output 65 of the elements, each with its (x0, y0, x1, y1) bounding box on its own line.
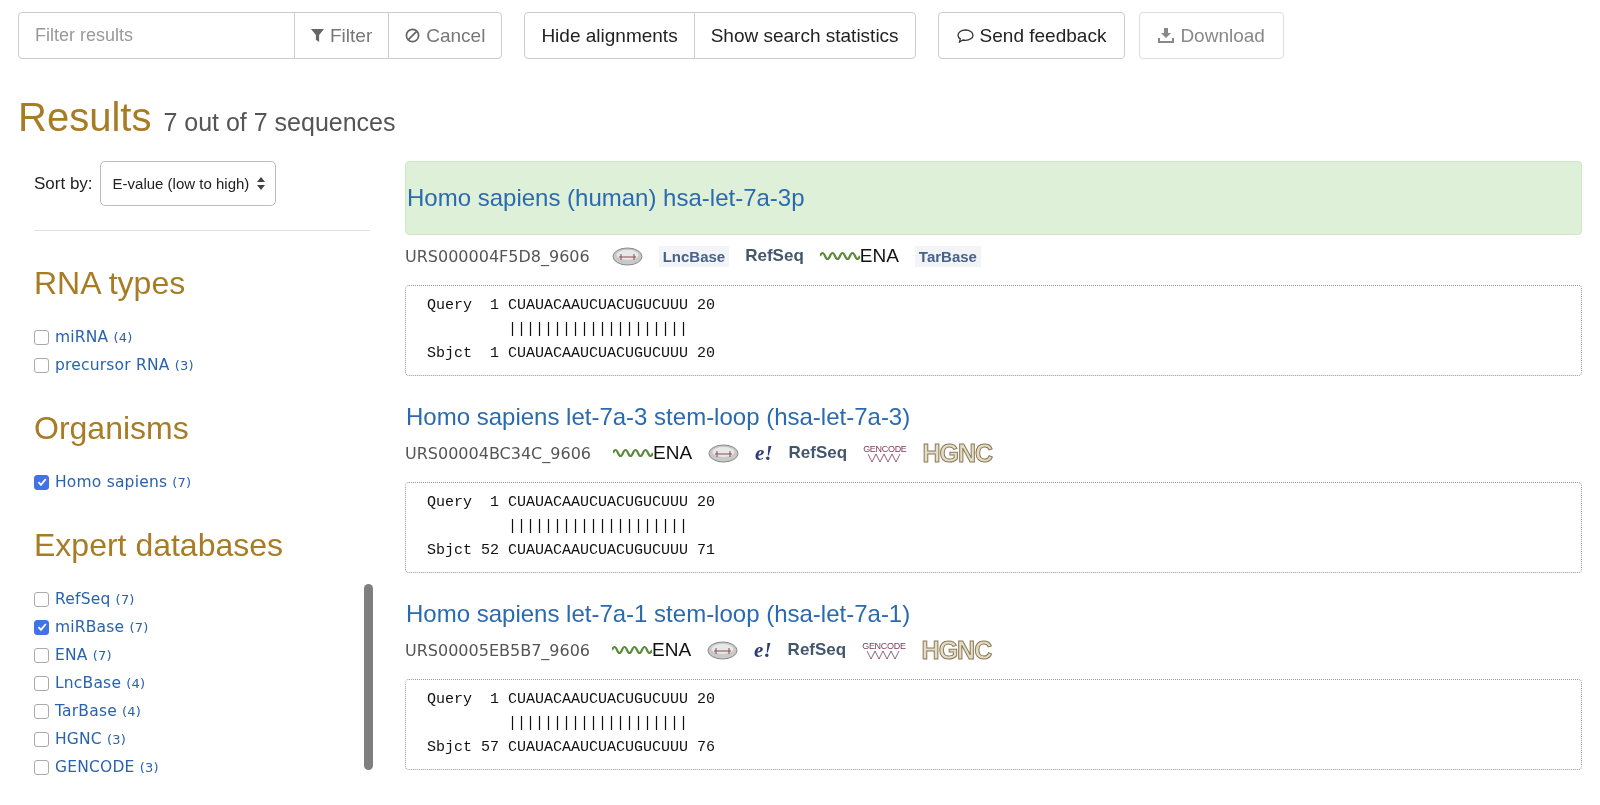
speech-bubble-icon (956, 28, 974, 43)
helix-icon (867, 454, 902, 462)
checkbox[interactable] (34, 329, 49, 345)
feedback-button[interactable]: Send feedback (937, 12, 1126, 59)
sequence-id: URS00005EB5B7_9606 (405, 640, 591, 660)
checkbox[interactable] (34, 591, 49, 607)
facet-heading: Expert databases (34, 527, 285, 564)
database-logo[interactable]: GENCODE (863, 444, 907, 462)
facet-option[interactable]: TarBase (4) (34, 700, 142, 722)
wave-icon (612, 644, 653, 656)
result-title-link[interactable]: Homo sapiens let-7a-1 stem-loop (hsa-let-7a-1) (406, 594, 911, 628)
facet-option[interactable]: miRBase (7) (34, 616, 149, 638)
cancel-button[interactable]: Cancel (388, 12, 503, 59)
helix-icon (866, 651, 901, 659)
facet-heading: Organisms (34, 410, 190, 447)
checkbox[interactable] (34, 357, 49, 373)
oval-logo-icon[interactable] (708, 443, 740, 463)
database-logo[interactable]: RefSeq (787, 640, 847, 660)
sequence-id: URS00004BC34C_9606 (405, 443, 591, 463)
database-logo[interactable]: e! (754, 637, 772, 663)
facet-option[interactable]: ENA (7) (34, 644, 112, 666)
checkbox[interactable] (34, 731, 49, 747)
cancel-icon (405, 28, 421, 43)
sort-dropdown[interactable]: E-value (low to high) (99, 161, 277, 206)
database-logo[interactable]: GENCODE (862, 641, 906, 659)
database-logo[interactable]: RefSeq (788, 443, 848, 463)
checkbox[interactable] (34, 703, 49, 719)
oval-logo-icon[interactable] (611, 246, 643, 266)
results-heading: Results (18, 95, 152, 140)
database-logo[interactable]: ENA (819, 245, 899, 267)
facet-option[interactable]: precursor RNA (3) (34, 354, 194, 376)
checkbox[interactable] (34, 619, 49, 635)
wave-icon (819, 250, 860, 262)
checkbox[interactable] (34, 474, 49, 490)
wave-icon (613, 447, 653, 459)
result-title-link[interactable]: Homo sapiens let-7a-3 stem-loop (hsa-let-7a-3) (406, 397, 911, 431)
oval-logo-icon[interactable] (707, 640, 739, 660)
sequence-id: URS000004F5D8_9606 (405, 246, 590, 266)
sort-arrows-icon (257, 177, 266, 190)
database-logo[interactable]: RefSeq (745, 246, 804, 266)
facet-option[interactable]: HGNC (3) (34, 728, 127, 750)
checkbox[interactable] (34, 759, 49, 775)
filter-field[interactable]: Filter results (18, 12, 295, 59)
facet-option[interactable]: miRNA (4) (34, 326, 133, 348)
sort-label: Sort by: (34, 173, 93, 194)
toggle-button[interactable]: Hide alignments (524, 12, 695, 59)
facet-heading: RNA types (34, 265, 187, 302)
facet-option[interactable]: LncBase (4) (34, 672, 146, 694)
filter-button[interactable]: Filter (294, 12, 390, 59)
database-logo[interactable]: e! (755, 440, 773, 466)
scrollbar-thumb[interactable] (364, 584, 373, 770)
facet-option[interactable]: Homo sapiens (7) (34, 471, 192, 493)
results-count: 7 out of 7 sequences (163, 108, 396, 137)
download-icon (1158, 28, 1175, 43)
facet-option[interactable]: GENCODE (3) (34, 756, 159, 775)
checkbox[interactable] (34, 647, 49, 663)
facet-option[interactable]: RefSeq (7) (34, 588, 135, 610)
database-logo[interactable]: ENA (613, 442, 693, 464)
database-logo[interactable]: LncBase (658, 245, 730, 267)
database-logo[interactable]: ENA (612, 639, 692, 661)
funnel-icon (311, 29, 324, 42)
toggle-button[interactable]: Show search statistics (693, 12, 916, 59)
database-logo[interactable]: TarBase (914, 245, 981, 267)
result-title-link[interactable]: Homo sapiens (human) hsa-let-7a-3p (407, 184, 805, 212)
checkbox[interactable] (34, 675, 49, 691)
